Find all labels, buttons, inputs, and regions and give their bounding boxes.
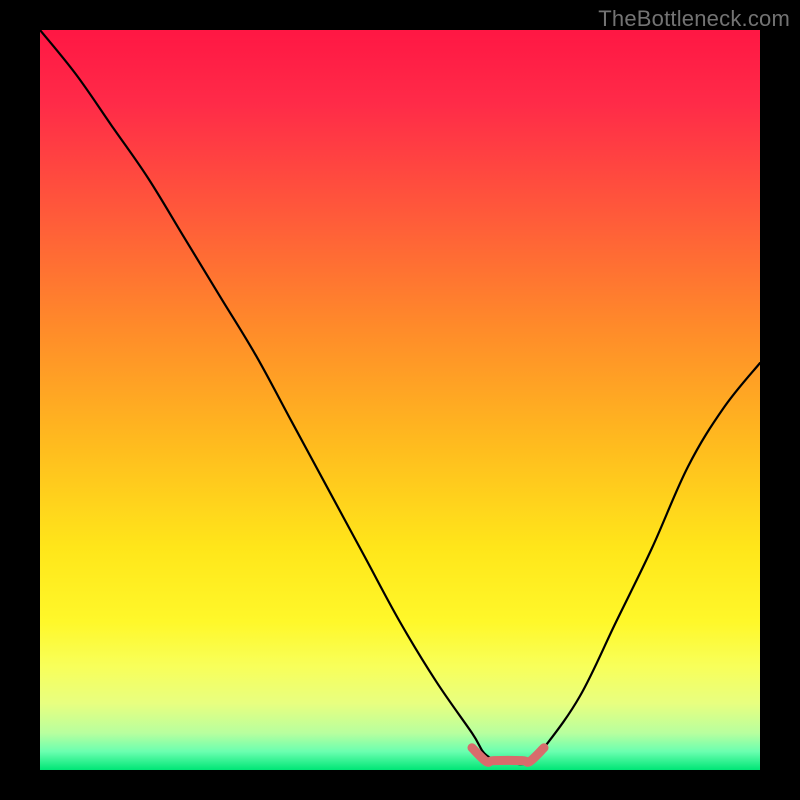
watermark-text: TheBottleneck.com [598,6,790,32]
chart-background [40,30,760,770]
chart-svg [40,30,760,770]
plot-area [40,30,760,770]
chart-container: TheBottleneck.com [0,0,800,800]
